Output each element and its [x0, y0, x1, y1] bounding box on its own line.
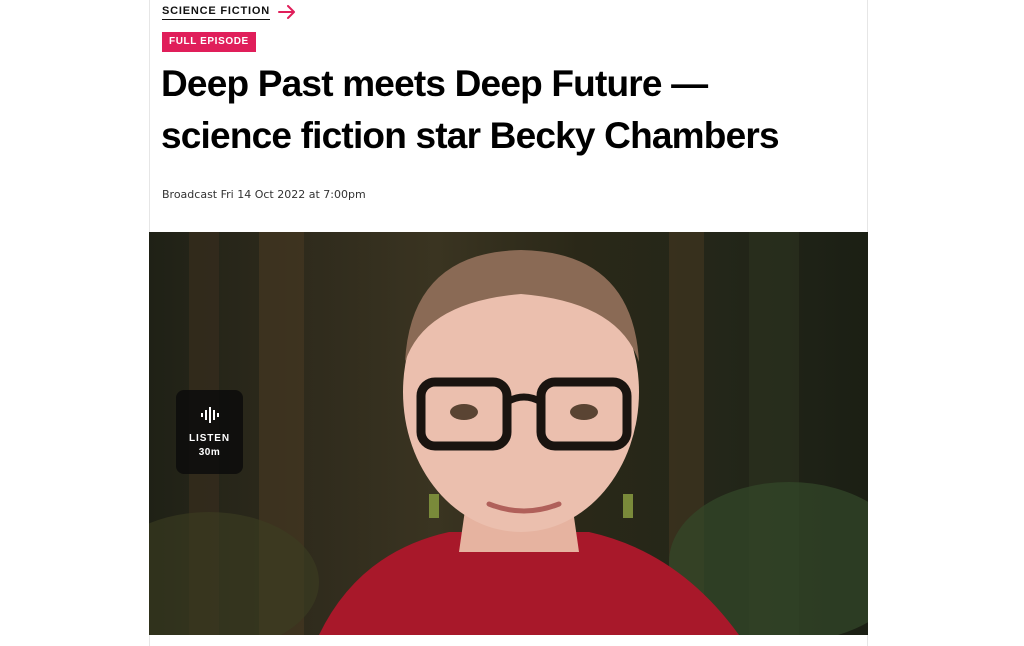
program-label: SCIENCE FICTION: [162, 5, 270, 20]
program-link[interactable]: SCIENCE FICTION: [162, 4, 296, 20]
full-episode-badge: FULL EPISODE: [162, 32, 256, 52]
arrow-right-icon: [277, 5, 295, 19]
listen-duration: 30m: [198, 446, 221, 458]
listen-button[interactable]: LISTEN 30m: [176, 390, 243, 474]
waveform-icon: [200, 406, 219, 423]
page-title: Deep Past meets Deep Future — science fi…: [161, 58, 861, 162]
broadcast-time: Broadcast Fri 14 Oct 2022 at 7:00pm: [162, 188, 366, 201]
title-line-1: Deep Past meets Deep Future —: [161, 63, 708, 104]
listen-label: LISTEN: [189, 432, 230, 444]
title-line-2: science fiction star Becky Chambers: [161, 115, 780, 156]
hero-image: [149, 232, 868, 635]
portrait-photo: [149, 232, 868, 635]
